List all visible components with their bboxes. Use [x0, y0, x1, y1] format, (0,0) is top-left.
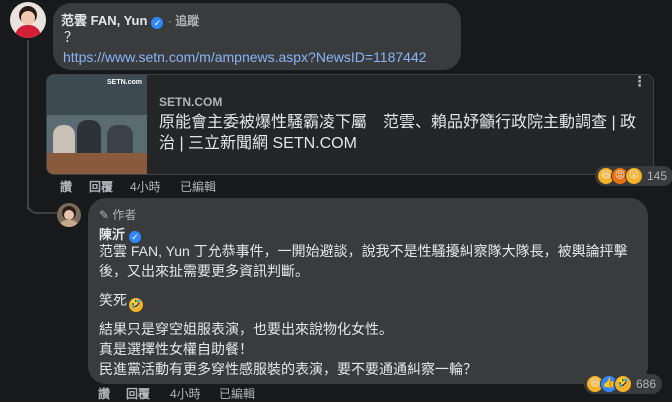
link-preview-site: SETN.COM	[159, 95, 223, 109]
reply-edited-label: 已編輯	[219, 387, 256, 401]
reply-laugh: 笑死	[99, 292, 127, 308]
comment-author[interactable]: 范雲 FAN, Yun	[61, 13, 147, 28]
reply-line-3: 民進黨活動有更多穿性感服裝的表演，要不要通通糾察一輪？	[99, 361, 477, 377]
wow-emoji-icon: 😮	[625, 167, 643, 185]
verified-icon: ✓	[151, 17, 164, 29]
reply-bubble: ✎ 作者 陳沂 ✓ 范雲 FAN, Yun 丁允恭事件，一開始避談，說我不是性騷擾…	[88, 198, 648, 384]
reply-reaction-count: 686	[636, 377, 657, 391]
reply-reaction-summary[interactable]: 😆 👍 🤣 686	[584, 374, 663, 394]
link-preview-thumbnail: SETN.com	[47, 75, 147, 174]
thumbnail-brand: SETN.com	[107, 79, 143, 86]
follow-link[interactable]: 追蹤	[175, 14, 199, 28]
reply-reply-button[interactable]: 回覆	[126, 385, 150, 402]
edited-label: 已編輯	[180, 180, 217, 194]
timestamp[interactable]: 4小時	[130, 178, 161, 195]
pencil-icon: ✎	[99, 208, 110, 222]
link-preview-title: 原能會主委被爆性騷霸凌下屬 范雲、賴品妤籲行政院主動調查 | 政治 | 三立新聞…	[159, 114, 637, 152]
comment-url[interactable]: https://www.setn.com/m/ampnews.aspx?News…	[63, 49, 427, 65]
reaction-count: 145	[647, 169, 668, 183]
reply-line-2: 真是選擇性女權自助餐！	[99, 341, 253, 357]
reply-line-1: 結果只是穿空姐服表演，也要出來說物化女性。	[99, 321, 393, 337]
like-button[interactable]: 讚	[60, 178, 72, 195]
comment-text: ？	[64, 29, 78, 45]
reaction-summary[interactable]: 😆 😡 😮 145	[595, 166, 672, 186]
avatar[interactable]	[10, 2, 46, 38]
author-badge: ✎ 作者	[99, 206, 136, 223]
author-badge-label: 作者	[112, 208, 137, 222]
comment-bubble: 范雲 FAN, Yun ✓ · 追蹤 ？ https://www.setn.com…	[53, 3, 461, 70]
reply-timestamp[interactable]: 4小時	[170, 385, 201, 402]
link-preview-card[interactable]: SETN.com SETN.COM 原能會主委被爆性騷霸凌下屬 范雲、賴品妤籲行…	[46, 74, 654, 175]
reply-paragraph: 范雲 FAN, Yun 丁允恭事件，一開始避談，說我不是性騷擾糾察隊大隊長，被輿…	[99, 243, 628, 279]
reply-avatar[interactable]	[57, 203, 81, 227]
thread-line	[27, 40, 29, 210]
more-options-icon[interactable]: ⋮	[629, 75, 649, 93]
reply-author[interactable]: 陳沂	[99, 227, 125, 242]
reply-like-button[interactable]: 讚	[98, 385, 110, 402]
rofl-emoji-icon: 🤣	[129, 298, 143, 312]
rofl-emoji-icon: 🤣	[614, 375, 632, 393]
reply-button[interactable]: 回覆	[89, 178, 113, 195]
thread-connector	[27, 198, 57, 214]
